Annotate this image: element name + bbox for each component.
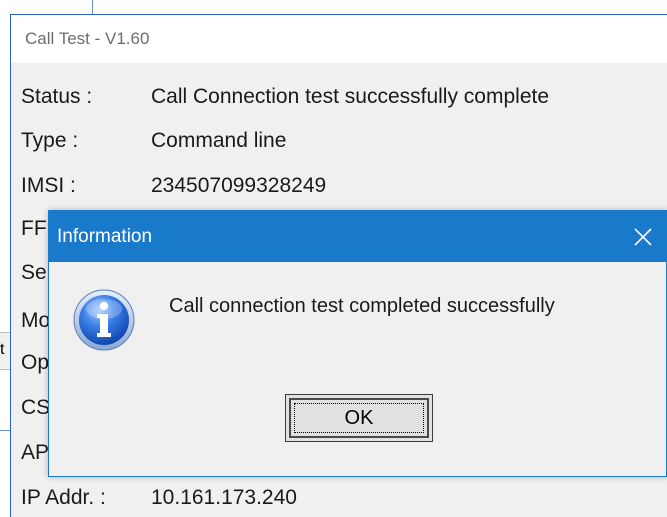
info-row-imsi: IMSI : 234507099328249 (21, 170, 326, 202)
status-value: Call Connection test successfully comple… (151, 85, 550, 108)
imsi-label: IMSI : (21, 174, 76, 197)
info-row-ip: IP Addr. : 10.161.173.240 (21, 482, 297, 514)
ok-button-label: OK (344, 406, 374, 429)
ok-button[interactable]: OK (285, 394, 433, 442)
information-dialog: Information Call connection test complet… (48, 210, 667, 477)
close-icon (634, 227, 652, 246)
imsi-value: 234507099328249 (151, 174, 327, 197)
dialog-title: Information (57, 225, 153, 247)
status-label: Status : (21, 85, 93, 108)
info-row-status: Status : Call Connection test successful… (21, 81, 549, 113)
dialog-titlebar[interactable]: Information (49, 211, 666, 262)
ip-value: 10.161.173.240 (151, 486, 297, 509)
ok-button-focus-frame: OK (289, 398, 429, 438)
info-row-type: Type : Command line (21, 125, 286, 157)
type-label: Type : (21, 129, 79, 152)
type-value: Command line (151, 129, 287, 152)
background-window-edge-bottom (0, 430, 10, 517)
info-icon (73, 289, 135, 351)
close-button[interactable] (620, 211, 666, 262)
background-window-text: t (0, 341, 5, 358)
call-test-titlebar[interactable]: Call Test - V1.60 (11, 15, 667, 63)
dialog-message: Call connection test completed successfu… (169, 295, 555, 317)
ip-label: IP Addr. : (21, 486, 106, 509)
call-test-title: Call Test - V1.60 (25, 29, 150, 48)
